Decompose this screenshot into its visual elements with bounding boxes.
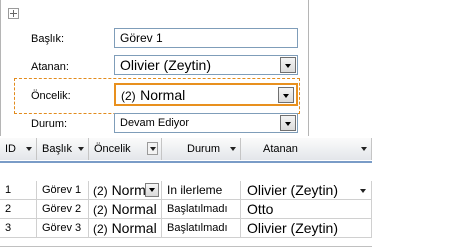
column-header-id[interactable]: ID — [0, 138, 37, 160]
priority-cell-dropdown-button[interactable] — [145, 183, 159, 197]
column-header-id-label: ID — [5, 143, 16, 155]
assignee-cell[interactable]: Olivier (Zeytin) — [241, 219, 372, 238]
task-form: Başlık: Görev 1 Atanan: Olivier (Zeytin)… — [0, 0, 455, 136]
assignee-dropdown-button[interactable] — [280, 57, 296, 73]
title-input[interactable]: Görev 1 — [114, 28, 298, 48]
title-cell[interactable]: Görev 3 — [37, 219, 89, 238]
priority-code: (2) — [93, 184, 108, 198]
table-row[interactable]: 1 Görev 1 (2) Normal In ilerleme Olivier… — [0, 181, 372, 200]
priority-label: Öncelik: — [31, 90, 71, 102]
chevron-down-icon[interactable] — [26, 147, 32, 151]
chevron-down-icon[interactable] — [78, 147, 84, 151]
assignee-combobox[interactable]: Olivier (Zeytin) — [114, 55, 298, 75]
priority-code: (2) — [93, 203, 108, 217]
status-value: Devam Ediyor — [120, 117, 190, 129]
column-header-title-label: Başlık — [42, 143, 72, 155]
assignee-value: Olivier (Zeytin) — [120, 57, 212, 73]
priority-value: Normal — [140, 87, 186, 103]
column-header-priority[interactable]: Öncelik — [89, 138, 162, 160]
priority-cell[interactable]: (2) Normal — [89, 200, 162, 219]
priority-cell[interactable]: (2) Normal — [89, 219, 162, 238]
status-label: Durum: — [31, 118, 68, 130]
status-cell[interactable]: Başlatılmadı — [162, 200, 241, 219]
filter-dropdown-icon[interactable] — [147, 142, 158, 155]
task-datasheet: ID Başlık Öncelik Durum Atanan 1 Görev 1… — [0, 137, 455, 247]
title-value: Görev 1 — [120, 31, 163, 45]
id-cell[interactable]: 2 — [0, 200, 37, 219]
assignee-cell[interactable]: Olivier (Zeytin) — [241, 181, 372, 200]
chevron-down-icon[interactable] — [360, 189, 366, 193]
title-cell[interactable]: Görev 1 — [37, 181, 89, 200]
column-header-title[interactable]: Başlık — [37, 138, 89, 160]
priority-dropdown-button[interactable] — [278, 87, 294, 103]
priority-value: Normal — [111, 220, 157, 236]
assignee-value: Olivier (Zeytin) — [247, 182, 339, 198]
status-combobox[interactable]: Devam Ediyor — [114, 113, 298, 133]
layout-selector-icon[interactable] — [8, 8, 19, 19]
column-header-status[interactable]: Durum — [162, 138, 241, 160]
title-cell[interactable]: Görev 2 — [37, 200, 89, 219]
priority-code: (2) — [93, 222, 108, 236]
status-cell[interactable]: In ilerleme — [162, 181, 241, 200]
priority-cell[interactable]: (2) Normal — [89, 181, 162, 200]
priority-combobox[interactable]: (2) Normal — [114, 83, 298, 106]
assignee-cell[interactable]: Otto — [241, 200, 372, 219]
column-header-status-label: Durum — [187, 143, 221, 155]
status-cell[interactable]: Başlatılmadı — [162, 219, 241, 238]
table-row[interactable]: 3 Görev 3 (2) Normal Başlatılmadı Olivie… — [0, 219, 372, 238]
status-dropdown-button[interactable] — [280, 115, 296, 131]
id-cell[interactable]: 1 — [0, 181, 37, 200]
id-cell[interactable]: 3 — [0, 219, 37, 238]
priority-value-wrap: (2) Normal — [121, 86, 186, 104]
table-row[interactable]: 2 Görev 2 (2) Normal Başlatılmadı Otto — [0, 200, 372, 219]
assignee-label: Atanan: — [31, 61, 69, 73]
priority-value: Normal — [111, 201, 157, 217]
priority-code: (2) — [121, 89, 136, 103]
chevron-down-icon[interactable] — [230, 147, 236, 151]
column-header-assignee-label: Atanan — [263, 143, 298, 155]
chevron-down-icon[interactable] — [361, 147, 367, 151]
title-label: Başlık: — [31, 33, 65, 45]
column-header-assignee[interactable]: Atanan — [241, 138, 372, 160]
column-header-priority-label: Öncelik — [94, 143, 131, 155]
